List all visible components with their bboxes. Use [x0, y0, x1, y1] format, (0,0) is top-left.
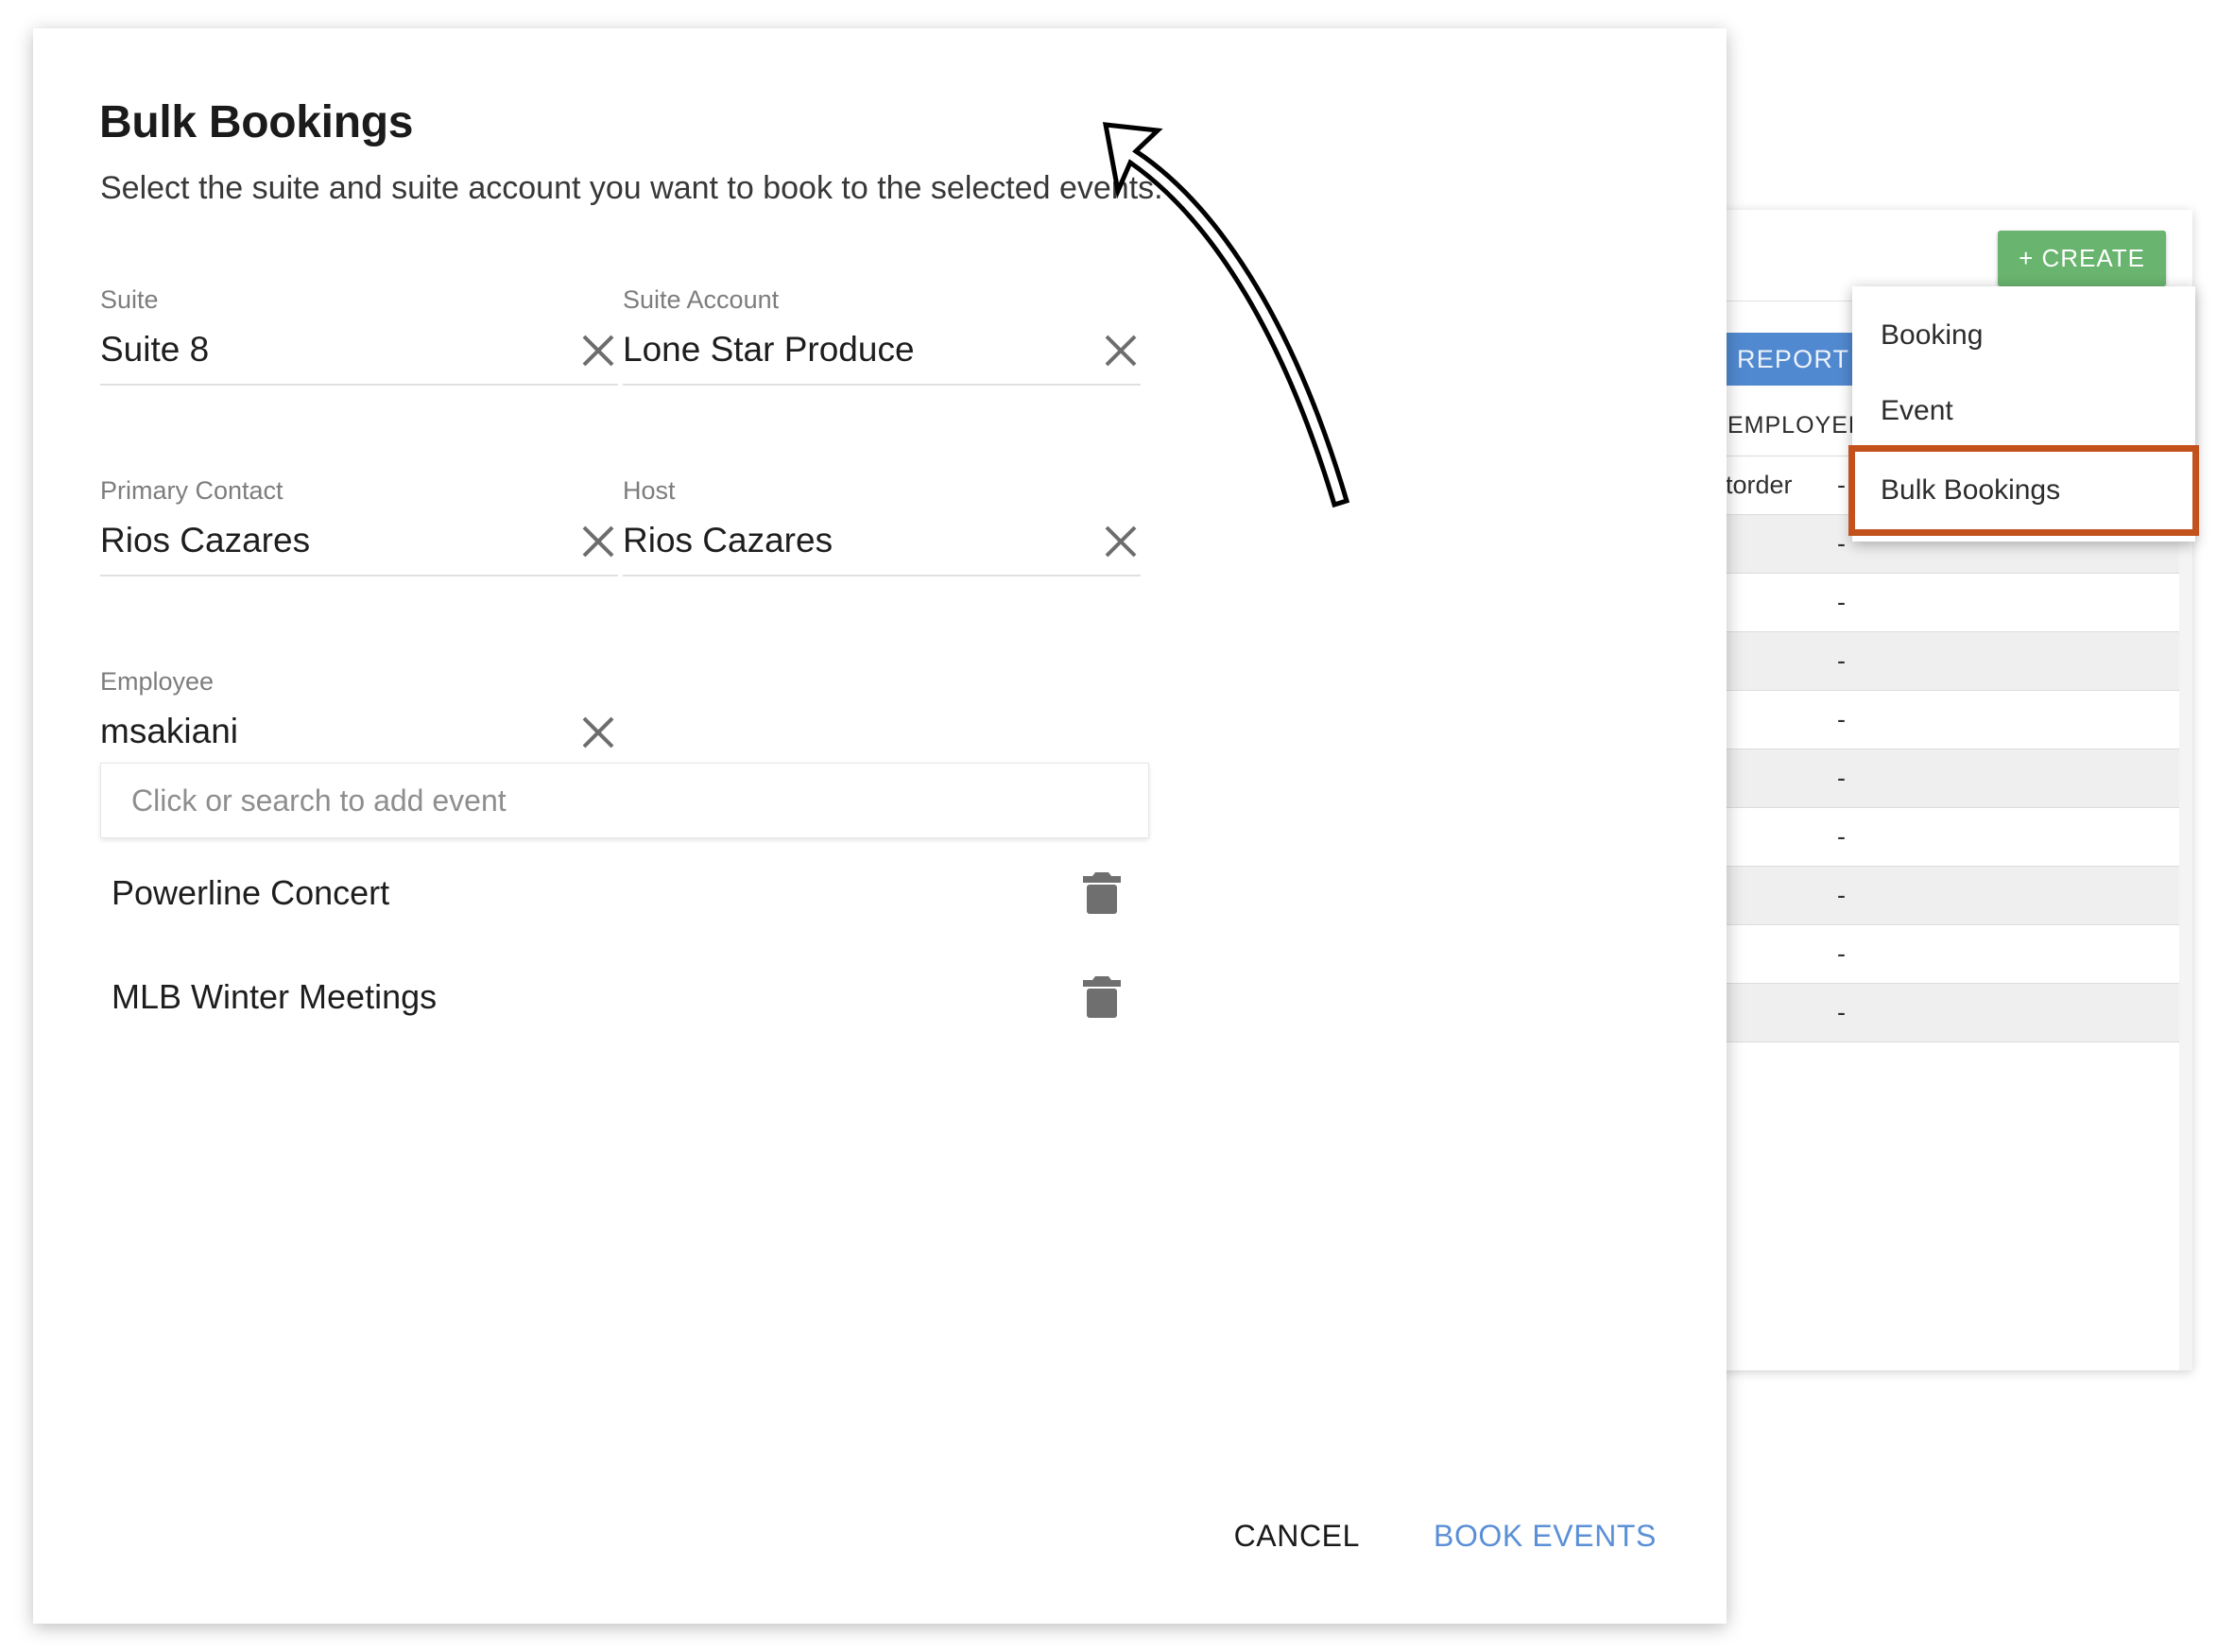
book-events-button[interactable]: BOOK EVENTS	[1430, 1513, 1660, 1559]
table-cell: -	[1837, 588, 1846, 616]
close-icon[interactable]	[578, 713, 618, 752]
menu-item-label: Bulk Bookings	[1881, 474, 2061, 506]
list-item: Powerline Concert	[100, 841, 1149, 945]
suite-account-value: Lone Star Produce	[623, 330, 915, 369]
form-col-suite: Suite Suite 8	[100, 285, 623, 386]
form-col-employee: Employee msakiani	[100, 667, 623, 767]
suite-field[interactable]: Suite Suite 8	[100, 285, 618, 386]
event-name: Powerline Concert	[112, 873, 390, 912]
table-cell: -	[1837, 998, 1846, 1026]
close-icon[interactable]	[1101, 522, 1141, 561]
employee-label: Employee	[100, 666, 215, 696]
table-cell: -	[1837, 705, 1846, 733]
table-cell: -	[1837, 646, 1846, 675]
booking-form: Suite Suite 8 Suite Account Lone Star Pr…	[100, 285, 1664, 767]
close-icon[interactable]	[1101, 331, 1141, 370]
menu-item-bulk-bookings[interactable]: Bulk Bookings	[1848, 445, 2199, 536]
primary-contact-field[interactable]: Primary Contact Rios Cazares	[100, 476, 618, 576]
menu-item-label: Event	[1881, 395, 1953, 426]
table-cell: -	[1837, 764, 1846, 792]
host-label: Host	[623, 475, 676, 505]
employee-field[interactable]: Employee msakiani	[100, 667, 618, 767]
suite-label: Suite	[100, 285, 159, 314]
table-row[interactable]: -	[1720, 867, 2192, 925]
menu-item-label: Booking	[1881, 319, 1984, 351]
event-name: MLB Winter Meetings	[112, 977, 438, 1016]
event-search-input[interactable]: Click or search to add event	[100, 763, 1149, 838]
selected-events-list: Powerline Concert MLB Winter Meetings	[100, 841, 1149, 1049]
modal-actions: CANCEL BOOK EVENTS	[1230, 1513, 1660, 1559]
table-cell: -	[1837, 939, 1846, 968]
suite-value: Suite 8	[100, 330, 210, 369]
close-icon[interactable]	[578, 331, 618, 370]
menu-item-event[interactable]: Event	[1852, 373, 2195, 449]
host-field[interactable]: Host Rios Cazares	[623, 476, 1141, 576]
suite-account-label: Suite Account	[623, 285, 780, 314]
form-col-host: Host Rios Cazares	[623, 476, 1145, 576]
table-row[interactable]: -	[1720, 632, 2192, 691]
table-cell: -	[1837, 881, 1846, 909]
list-item: MLB Winter Meetings	[100, 945, 1149, 1049]
form-row-1: Suite Suite 8 Suite Account Lone Star Pr…	[100, 285, 1664, 386]
page-title: Bulk Bookings	[99, 97, 414, 147]
bulk-bookings-modal: Bulk Bookings Select the suite and suite…	[33, 28, 1727, 1624]
cancel-button[interactable]: CANCEL	[1230, 1513, 1364, 1559]
form-col-suite-account: Suite Account Lone Star Produce	[623, 285, 1145, 386]
table-row[interactable]: -	[1720, 574, 2192, 632]
suite-account-field[interactable]: Suite Account Lone Star Produce	[623, 285, 1141, 386]
form-row-3: Employee msakiani	[100, 667, 1664, 767]
employee-value: msakiani	[100, 711, 238, 750]
create-dropdown-menu: Booking Event Bulk Bookings	[1848, 286, 2199, 542]
table-cell: -	[1837, 822, 1846, 851]
screenshot-root: + CREATE REPORT EMPLOYEE torder - $195.3…	[0, 0, 2217, 1652]
trash-icon[interactable]	[1081, 973, 1123, 1021]
table-row[interactable]: -	[1720, 808, 2192, 867]
form-row-2: Primary Contact Rios Cazares Host Rios C…	[100, 476, 1664, 576]
table-cell: torder	[1726, 471, 1793, 499]
modal-subtitle: Select the suite and suite account you w…	[100, 170, 1163, 206]
table-row[interactable]: -	[1720, 984, 2192, 1042]
primary-contact-value: Rios Cazares	[100, 520, 311, 559]
event-search-placeholder: Click or search to add event	[131, 783, 507, 817]
close-icon[interactable]	[578, 522, 618, 561]
table-row[interactable]: -	[1720, 925, 2192, 984]
host-value: Rios Cazares	[623, 520, 834, 559]
create-button[interactable]: + CREATE	[1998, 231, 2166, 286]
table-row[interactable]: -	[1720, 749, 2192, 808]
trash-icon[interactable]	[1081, 869, 1123, 917]
menu-item-booking[interactable]: Booking	[1852, 298, 2195, 373]
primary-contact-label: Primary Contact	[100, 475, 284, 505]
table-row[interactable]: -	[1720, 691, 2192, 749]
form-col-primary-contact: Primary Contact Rios Cazares	[100, 476, 623, 576]
table-header-employee[interactable]: EMPLOYEE	[1720, 412, 1865, 439]
